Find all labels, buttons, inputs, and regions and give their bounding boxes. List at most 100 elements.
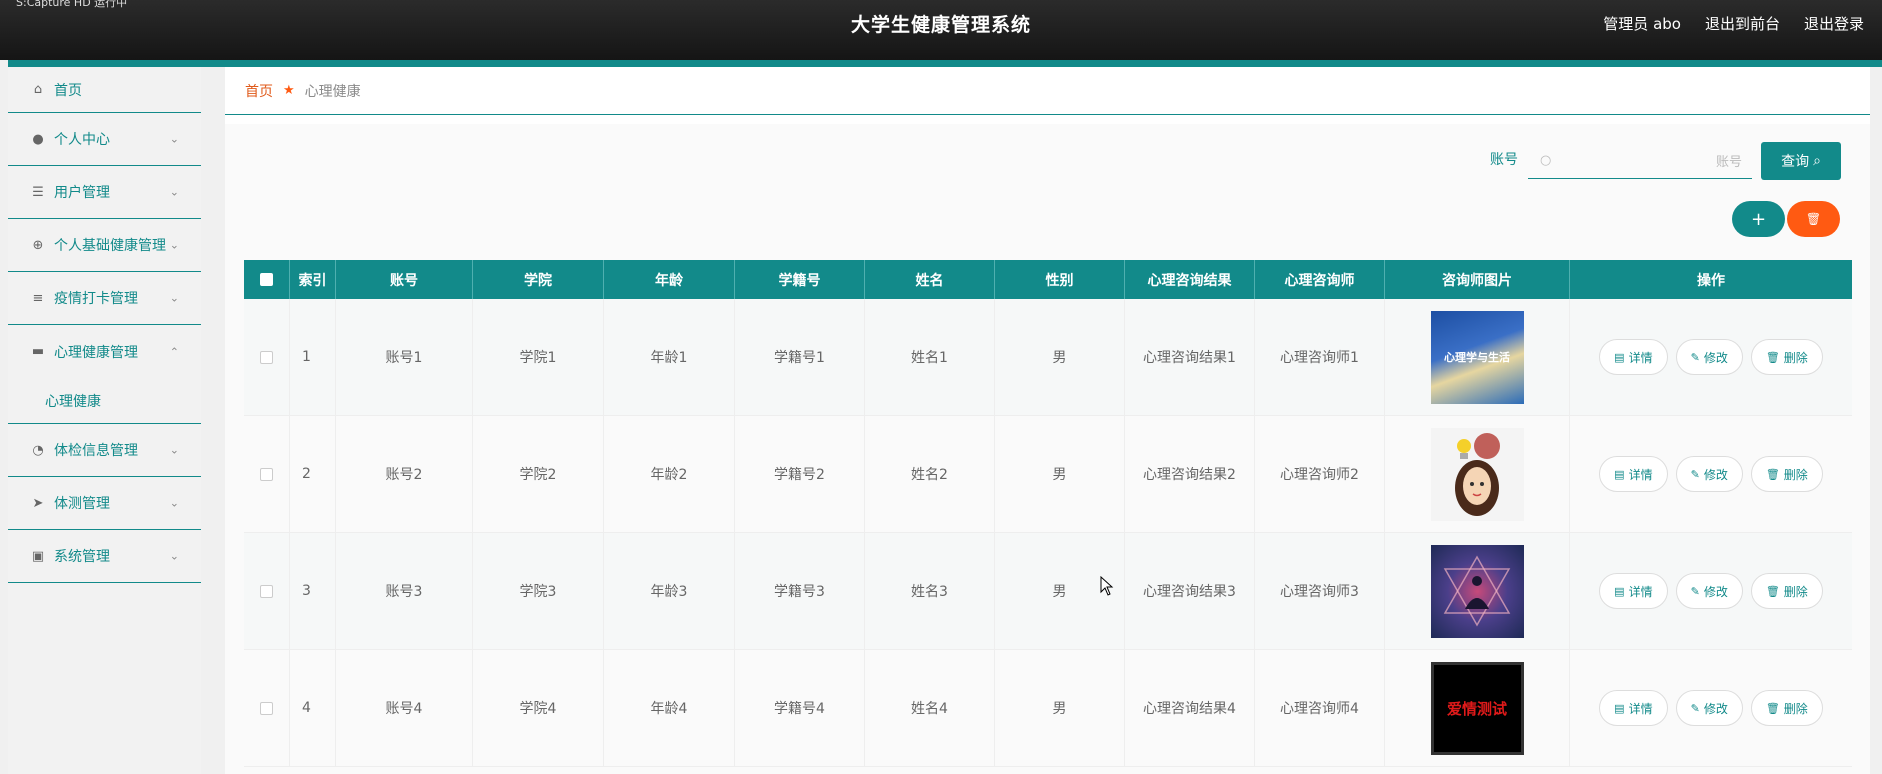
delete-button[interactable]: 🗑 删除 — [1750, 690, 1823, 726]
document-icon: ▤ — [1614, 701, 1625, 715]
batch-delete-button[interactable]: 🗑 — [1787, 201, 1840, 237]
cell-student-id: 学籍号3 — [735, 533, 865, 649]
cell-index: 2 — [290, 416, 336, 532]
row-checkbox[interactable] — [260, 701, 273, 715]
sidebar-item-fitness-test[interactable]: ➤ 体测管理 ⌄ — [8, 477, 201, 530]
sidebar-item-home[interactable]: ⌂ 首页 — [8, 67, 201, 113]
cell-counselor: 心理咨询师1 — [1255, 299, 1385, 415]
sidebar-item-label: 心理健康管理 — [54, 344, 138, 361]
chevron-down-icon: ⌄ — [169, 443, 179, 457]
sidebar-item-mental-health[interactable]: ▬ 心理健康管理 ⌃ — [8, 325, 201, 378]
sidebar-item-label: 疫情打卡管理 — [54, 291, 138, 307]
detail-button[interactable]: ▤ 详情 — [1599, 690, 1668, 726]
cell-age: 年龄3 — [604, 533, 735, 649]
col-header-gender[interactable]: 性别 — [995, 260, 1125, 299]
chevron-up-icon: ⌃ — [169, 345, 179, 358]
table-row: 3 账号3 学院3 年龄3 学籍号3 姓名3 男 心理咨询结果3 心理咨询师3 — [244, 533, 1852, 650]
cell-name: 姓名3 — [865, 533, 995, 649]
query-button[interactable]: 查询 ⌕ — [1761, 142, 1841, 180]
data-table: 索引 账号 学院 年龄 学籍号 姓名 性别 心理咨询结果 心理咨询师 咨询师图片… — [244, 260, 1852, 767]
query-button-label: 查询 — [1781, 154, 1810, 170]
crosshair-icon: ⊕ — [32, 237, 44, 253]
search-label: 账号 — [1490, 152, 1518, 168]
clipboard-icon: ▣ — [31, 548, 45, 564]
back-to-front-link[interactable]: 退出到前台 — [1705, 13, 1780, 34]
user-icon: ● — [32, 131, 44, 147]
detail-button[interactable]: ▤ 详情 — [1599, 573, 1668, 609]
col-header-student-id[interactable]: 学籍号 — [735, 260, 865, 299]
col-header-age[interactable]: 年龄 — [604, 260, 735, 299]
col-header-index[interactable]: 索引 — [290, 260, 336, 299]
cell-gender: 男 — [995, 299, 1125, 415]
detail-button[interactable]: ▤ 详情 — [1599, 339, 1668, 375]
sidebar-item-basic-health[interactable]: ⊕ 个人基础健康管理 ⌄ — [8, 219, 201, 272]
cell-student-id: 学籍号2 — [735, 416, 865, 532]
table-header: 索引 账号 学院 年龄 学籍号 姓名 性别 心理咨询结果 心理咨询师 咨询师图片… — [244, 260, 1852, 299]
sidebar-item-label: 体测管理 — [54, 496, 110, 512]
chevron-down-icon: ⌄ — [169, 549, 179, 563]
trash-icon: 🗑 — [1765, 701, 1780, 715]
pencil-icon: ✎ — [1690, 701, 1700, 715]
col-header-account[interactable]: 账号 — [336, 260, 473, 299]
cell-index: 3 — [290, 533, 336, 649]
select-all-checkbox[interactable] — [260, 273, 273, 286]
counselor-photo[interactable] — [1430, 544, 1524, 638]
header-accent-bar — [8, 60, 1882, 67]
edit-button[interactable]: ✎ 修改 — [1675, 573, 1743, 609]
edit-button[interactable]: ✎ 修改 — [1675, 690, 1743, 726]
trash-icon: 🗑 — [1765, 467, 1780, 481]
chevron-down-icon: ⌄ — [169, 291, 179, 305]
home-icon: ⌂ — [33, 82, 43, 97]
cell-student-id: 学籍号4 — [735, 650, 865, 766]
delete-button[interactable]: 🗑 删除 — [1750, 573, 1823, 609]
cell-result: 心理咨询结果2 — [1125, 416, 1255, 532]
chevron-down-icon: ⌄ — [169, 496, 179, 510]
sidebar-subitem-mental-health[interactable]: 心理健康 — [8, 378, 201, 424]
table-row: 2 账号2 学院2 年龄2 学籍号2 姓名2 男 心理咨询结果2 心理咨询师2 — [244, 416, 1852, 533]
love-test-text: 爱情测试 — [1446, 699, 1507, 718]
account-search-input[interactable] — [1564, 147, 1742, 175]
logout-link[interactable]: 退出登录 — [1804, 13, 1864, 34]
cell-account: 账号3 — [336, 533, 473, 649]
add-button[interactable]: + — [1732, 201, 1785, 237]
delete-button[interactable]: 🗑 删除 — [1750, 339, 1823, 375]
cell-college: 学院1 — [473, 299, 604, 415]
meditation-illustration — [1443, 555, 1511, 627]
cell-college: 学院3 — [473, 533, 604, 649]
col-header-college[interactable]: 学院 — [473, 260, 604, 299]
breadcrumb-home[interactable]: 首页 — [245, 81, 273, 101]
row-checkbox[interactable] — [260, 350, 273, 364]
cell-student-id: 学籍号1 — [735, 299, 865, 415]
pencil-icon: ✎ — [1690, 584, 1700, 598]
row-checkbox[interactable] — [260, 584, 273, 598]
detail-button[interactable]: ▤ 详情 — [1599, 456, 1668, 492]
chevron-down-icon: ⌄ — [169, 132, 179, 146]
sidebar-item-checkup-info[interactable]: ◔ 体检信息管理 ⌄ — [8, 424, 201, 477]
search-icon: ⌕ — [1813, 153, 1821, 169]
row-checkbox[interactable] — [260, 467, 273, 481]
col-header-name[interactable]: 姓名 — [865, 260, 995, 299]
sidebar-item-system-management[interactable]: ▣ 系统管理 ⌄ — [8, 530, 201, 583]
sidebar-item-personal-center[interactable]: ● 个人中心 ⌄ — [8, 113, 201, 166]
chat-icon: ▬ — [31, 344, 45, 359]
edit-button[interactable]: ✎ 修改 — [1675, 339, 1743, 375]
pencil-icon: ✎ — [1690, 467, 1700, 481]
col-header-result[interactable]: 心理咨询结果 — [1125, 260, 1255, 299]
corner-overlay-text: S:Capture HD 运行中 — [16, 0, 128, 9]
cell-gender: 男 — [995, 416, 1125, 532]
counselor-photo[interactable]: 爱情测试 — [1430, 661, 1524, 755]
edit-button[interactable]: ✎ 修改 — [1675, 456, 1743, 492]
delete-button[interactable]: 🗑 删除 — [1750, 456, 1823, 492]
counselor-photo[interactable] — [1430, 427, 1524, 521]
cell-account: 账号1 — [336, 299, 473, 415]
counselor-photo[interactable]: 心理学与生活 — [1430, 310, 1524, 404]
sidebar-item-epidemic-checkin[interactable]: ≡ 疫情打卡管理 ⌄ — [8, 272, 201, 325]
table-row: 4 账号4 学院4 年龄4 学籍号4 姓名4 男 心理咨询结果4 心理咨询师4 … — [244, 650, 1852, 767]
cell-counselor: 心理咨询师2 — [1255, 416, 1385, 532]
plus-icon: + — [1750, 208, 1767, 230]
sidebar: ⌂ 首页 ● 个人中心 ⌄ ☰ 用户管理 ⌄ ⊕ 个人基础健康管理 ⌄ ≡ 疫情… — [8, 67, 201, 774]
sidebar-item-user-management[interactable]: ☰ 用户管理 ⌄ — [8, 166, 201, 219]
cell-index: 4 — [290, 650, 336, 766]
girl-lightbulb-illustration — [1455, 433, 1500, 516]
col-header-counselor[interactable]: 心理咨询师 — [1255, 260, 1385, 299]
